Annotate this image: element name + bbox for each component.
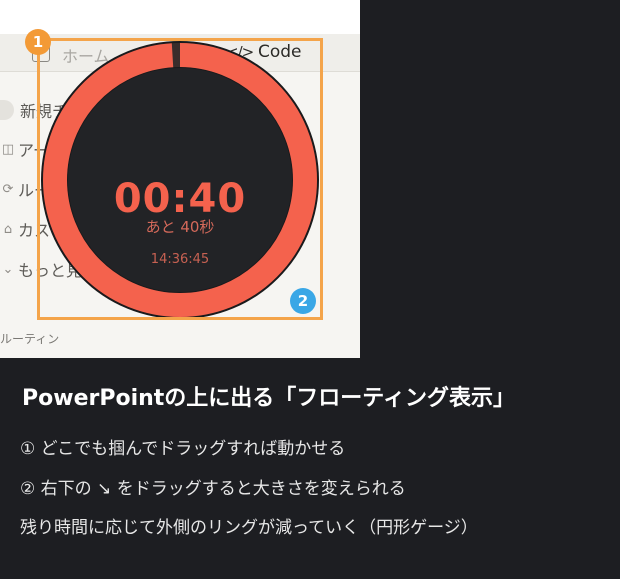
app-top-strip bbox=[0, 0, 360, 34]
badge-drag: 1 bbox=[25, 29, 51, 55]
routine-icon: ⟳ bbox=[2, 181, 14, 197]
sidebar-section-label: ルーティン bbox=[0, 332, 60, 346]
caption-line-resize: ② 右下の ↘ をドラッグすると大きさを変えられる bbox=[20, 479, 406, 499]
annotation-box bbox=[37, 38, 323, 320]
customize-icon: ⌂ bbox=[3, 221, 13, 237]
plus-circle-icon bbox=[0, 100, 14, 120]
caption-line-ring: 残り時間に応じて外側のリングが減っていく（円形ゲージ） bbox=[20, 518, 478, 538]
caption-title: PowerPointの上に出る「フローティング表示」 bbox=[22, 386, 515, 411]
more-icon: ⌄ bbox=[2, 261, 14, 277]
badge-resize[interactable]: 2 bbox=[290, 288, 316, 314]
artifact-icon: ◫ bbox=[1, 141, 15, 157]
caption-line-drag: ① どこでも掴んでドラッグすれば動かせる bbox=[20, 439, 346, 459]
